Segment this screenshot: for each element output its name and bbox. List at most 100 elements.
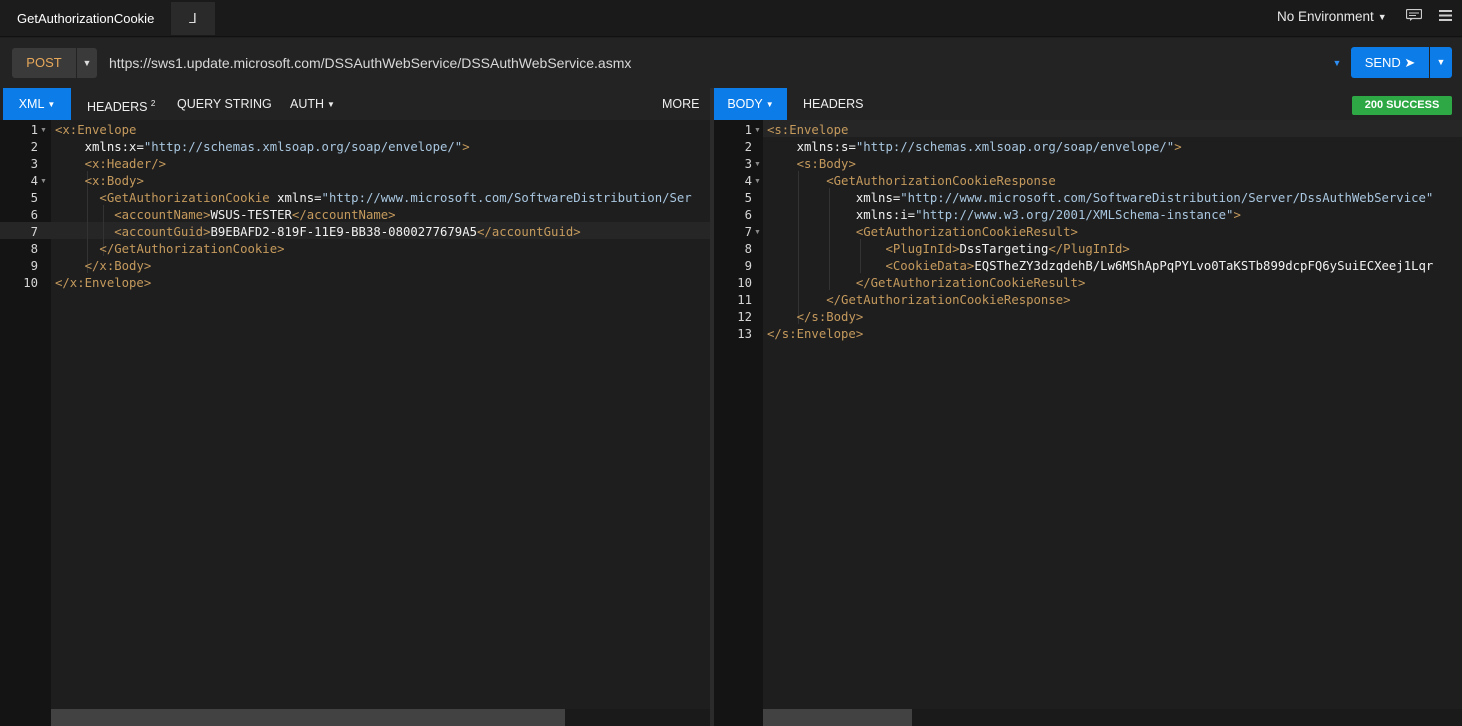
chevron-down-icon: ▼ <box>82 58 92 68</box>
fold-chevron-icon[interactable]: ▼ <box>754 156 761 173</box>
fold-chevron-icon[interactable]: ▼ <box>40 173 47 190</box>
line-number: 8 <box>744 242 752 256</box>
send-button[interactable]: SEND ➤ <box>1351 47 1429 78</box>
code-line: <accountGuid>B9EBAFD2-819F-11E9-BB38-080… <box>55 224 581 241</box>
headers-count-badge: 2 <box>150 99 156 108</box>
chevron-down-icon: ▼ <box>1377 12 1387 22</box>
scrollbar-thumb[interactable] <box>51 709 565 726</box>
fold-chevron-icon[interactable]: ▼ <box>40 122 47 139</box>
code-token: "http://www.microsoft.com/SoftwareDistri… <box>900 191 1434 205</box>
top-bar: GetAuthorizationCookie ⅃ No Environment ▼ <box>0 0 1462 37</box>
tab-xml[interactable]: XML ▼ <box>3 88 71 120</box>
url-input[interactable] <box>100 48 1326 78</box>
code-token: = <box>848 140 856 154</box>
environment-selector[interactable]: No Environment ▼ <box>1277 0 1387 34</box>
line-number: 5 <box>30 191 38 205</box>
fold-chevron-icon[interactable]: ▼ <box>754 173 761 190</box>
code-line: </GetAuthorizationCookieResponse> <box>767 292 1070 309</box>
code-line: <CookieData>EQSTheZY3dzqdehB/Lw6MShApPqP… <box>767 258 1433 275</box>
code-line: xmlns:i="http://www.w3.org/2001/XMLSchem… <box>767 207 1241 224</box>
line-number: 8 <box>30 242 38 256</box>
method-selector[interactable]: POST <box>12 48 76 78</box>
send-options-button[interactable]: ▼ <box>1430 47 1452 78</box>
tab-response-headers[interactable]: HEADERS <box>803 88 863 120</box>
code-token: </accountGuid> <box>477 225 581 239</box>
environment-label: No Environment <box>1277 9 1374 24</box>
response-body-viewer[interactable]: 1 ▼ <s:Envelope 2 xmlns:s="http://schemas.x… <box>714 120 1462 726</box>
line-number: 7 <box>30 225 38 239</box>
code-token: <x:Envelope <box>55 123 137 137</box>
new-tab-button[interactable]: ⅃ <box>171 2 215 35</box>
url-history-dropdown[interactable]: ▼ <box>1330 48 1344 78</box>
code-token: xmlns:x <box>84 140 137 154</box>
tab-query-string[interactable]: QUERY STRING <box>177 88 272 120</box>
tab-headers[interactable]: HEADERS 2 <box>87 88 155 120</box>
code-line: <s:Envelope <box>767 122 848 139</box>
code-line: xmlns:s="http://schemas.xmlsoap.org/soap… <box>767 139 1182 156</box>
code-line: <accountName>WSUS-TESTER</accountName> <box>55 207 395 224</box>
code-token: <accountGuid> <box>114 225 211 239</box>
tab-body-label: BODY <box>727 97 763 111</box>
line-number: 9 <box>744 259 752 273</box>
line-number: 2 <box>744 140 752 154</box>
tab-body[interactable]: BODY ▼ <box>714 88 787 120</box>
code-token: "http://schemas.xmlsoap.org/soap/envelop… <box>855 140 1175 154</box>
line-number: 3 <box>744 157 752 171</box>
method-dropdown-button[interactable]: ▼ <box>77 48 97 78</box>
line-number: 1 <box>30 123 38 137</box>
chevron-down-icon: ▼ <box>765 100 774 109</box>
request-tab[interactable]: GetAuthorizationCookie <box>0 0 170 36</box>
chevron-down-icon: ▼ <box>47 100 56 109</box>
code-line: <x:Envelope <box>55 122 136 139</box>
menu-icon[interactable] <box>1439 10 1452 21</box>
code-token: "http://schemas.xmlsoap.org/soap/envelop… <box>143 140 463 154</box>
code-token: <accountName> <box>114 208 211 222</box>
code-token: "http://www.w3.org/2001/XMLSchema-instan… <box>915 208 1234 222</box>
code-token: <PlugInId> <box>885 242 960 256</box>
code-token: <GetAuthorizationCookieResponse <box>826 174 1056 188</box>
code-token: </GetAuthorizationCookieResult> <box>855 276 1086 290</box>
code-token: xmlns <box>277 191 315 205</box>
code-line: <x:Body> <box>55 173 144 190</box>
code-token: xmlns:i <box>855 208 908 222</box>
scrollbar-thumb[interactable] <box>763 709 912 726</box>
code-token: <x:Body> <box>84 174 144 188</box>
code-token: <GetAuthorizationCookie <box>99 191 278 205</box>
code-token: > <box>462 140 470 154</box>
code-line: <GetAuthorizationCookieResult> <box>767 224 1078 241</box>
code-line: <s:Body> <box>767 156 856 173</box>
code-line: </s:Body> <box>767 309 864 326</box>
code-token: <CookieData> <box>885 259 975 273</box>
code-token: = <box>136 140 144 154</box>
code-token: EQSTheZY3dzqdehB/Lw6MShApPqPYLvo0TaKSTb8… <box>974 259 1434 273</box>
code-token: </x:Body> <box>84 259 152 273</box>
fold-chevron-icon[interactable]: ▼ <box>754 224 761 241</box>
response-tabs: BODY ▼ HEADERS <box>714 88 1462 120</box>
fold-chevron-icon[interactable]: ▼ <box>754 122 761 139</box>
code-token: = <box>907 208 916 222</box>
request-tabs: XML ▼ HEADERS 2 QUERY STRING AUTH ▼ MORE <box>0 88 710 120</box>
chat-icon[interactable] <box>1406 9 1422 21</box>
url-bar: POST ▼ ▼ SEND ➤ ▼ <box>0 38 1462 88</box>
status-badge: 200 SUCCESS <box>1352 96 1452 115</box>
code-line: xmlns:x="http://schemas.xmlsoap.org/soap… <box>55 139 470 156</box>
tab-action-icon: ⅃ <box>189 10 197 26</box>
request-body-editor[interactable]: 1 ▼ <x:Envelope 2 xmlns:x="http://schemas.x… <box>0 120 710 726</box>
chevron-down-icon: ▼ <box>1332 58 1342 68</box>
code-token: </s:Envelope> <box>767 327 864 341</box>
code-line: <PlugInId>DssTargeting</PlugInId> <box>767 241 1129 258</box>
code-token: xmlns:s <box>796 140 849 154</box>
tab-auth[interactable]: AUTH ▼ <box>290 88 335 120</box>
tab-more[interactable]: MORE <box>662 88 700 120</box>
